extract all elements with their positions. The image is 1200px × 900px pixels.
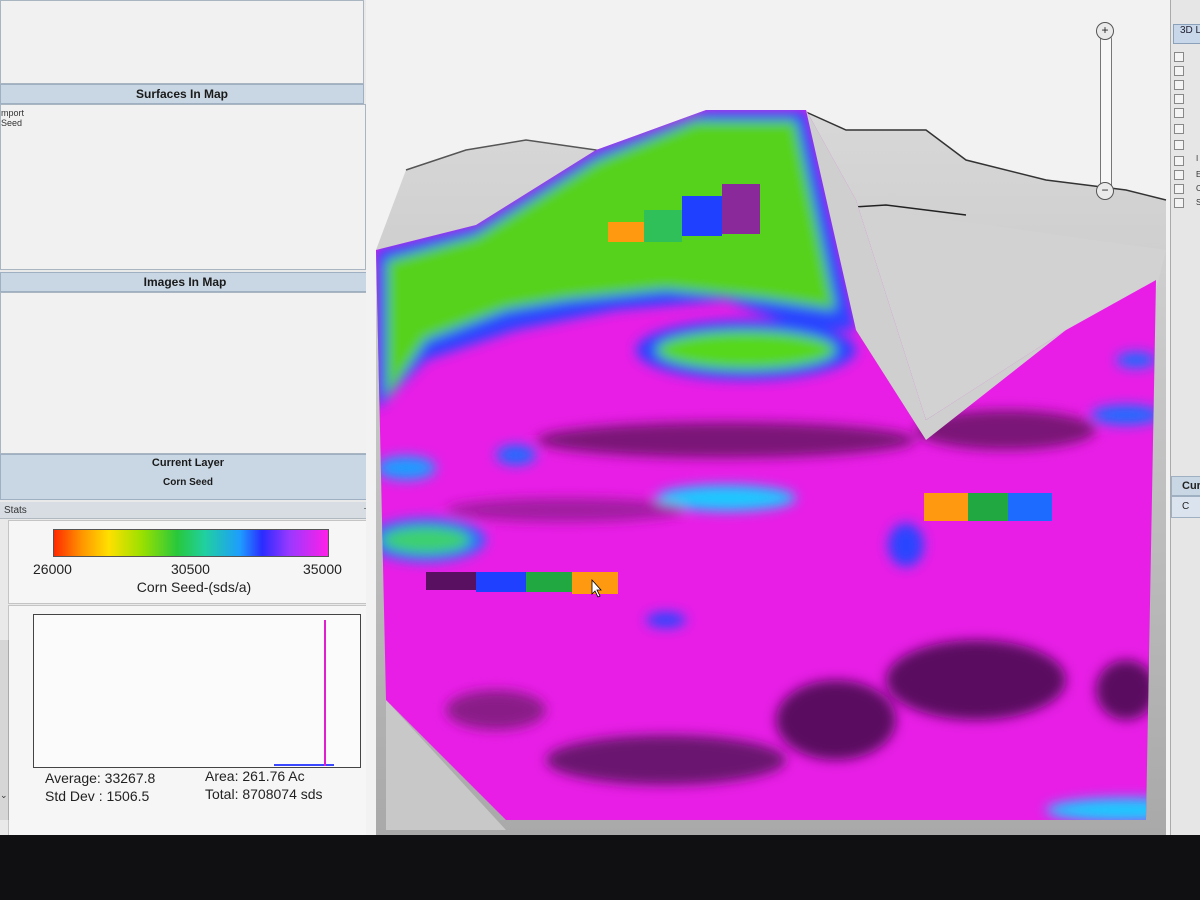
- images-in-map-header: Images In Map: [0, 272, 370, 292]
- legend-title: Corn Seed-(sds/a): [136, 579, 252, 595]
- legend-min-label: 26000: [33, 561, 72, 577]
- current-layer-panel: Current Layer Corn Seed: [0, 454, 376, 500]
- layer-checkbox[interactable]: [1174, 170, 1184, 180]
- map-3d-view[interactable]: + −: [366, 0, 1174, 835]
- layer-checkbox[interactable]: [1174, 94, 1184, 104]
- current-value-right[interactable]: C: [1171, 496, 1200, 518]
- current-header-right: Cur: [1171, 476, 1200, 496]
- seed-rate-heatmap: [376, 110, 1156, 820]
- right-panel: 3D La I E C S Cur C: [1170, 0, 1200, 835]
- stat-total: Total: 8708074 sds: [205, 786, 323, 802]
- stats-header: Stats ⊣: [0, 502, 376, 519]
- layer-checkbox[interactable]: [1174, 52, 1184, 62]
- stat-average: Average: 33267.8: [45, 770, 156, 786]
- layer-label: S: [1196, 198, 1200, 207]
- layer-checkbox[interactable]: [1174, 66, 1184, 76]
- legend-max-label: 35000: [303, 561, 342, 577]
- images-list[interactable]: [0, 292, 372, 454]
- stat-area: Area: 261.76 Ac: [205, 768, 305, 784]
- current-layer-value[interactable]: Corn Seed: [1, 477, 375, 488]
- legend-gradient-bar: [53, 529, 329, 557]
- zoom-slider[interactable]: + −: [1096, 22, 1114, 200]
- color-legend: 26000 30500 35000 Corn Seed-(sds/a): [8, 520, 380, 604]
- histogram-panel: Average: 33267.8 Std Dev : 1506.5 Area: …: [8, 605, 390, 835]
- layer-label: E: [1196, 170, 1200, 179]
- layer-label: C: [1196, 184, 1200, 193]
- stat-std-dev: Std Dev : 1506.5: [45, 788, 150, 804]
- current-layer-header: Current Layer: [151, 457, 225, 469]
- stats-title: Stats: [4, 505, 27, 516]
- layer-checkbox[interactable]: [1174, 108, 1184, 118]
- monitor-bezel: [0, 835, 1200, 900]
- surface-item-import[interactable]: mport: [1, 108, 24, 118]
- top-list-box: [0, 0, 364, 84]
- zoom-in-button[interactable]: +: [1096, 22, 1114, 40]
- layer-checkbox[interactable]: [1174, 156, 1184, 166]
- tab-3d-layers[interactable]: 3D La: [1173, 24, 1200, 44]
- monitor-screen: Surfaces In Map mport Seed Images In Map…: [0, 0, 1200, 835]
- zoom-track[interactable]: [1100, 34, 1112, 198]
- zoom-out-button[interactable]: −: [1096, 182, 1114, 200]
- histogram-chart: [33, 614, 361, 768]
- surface-item-seed[interactable]: Seed: [1, 118, 22, 128]
- layer-checkbox[interactable]: [1174, 140, 1184, 150]
- layer-checkbox[interactable]: [1174, 184, 1184, 194]
- left-scrollbar[interactable]: ⌄: [0, 640, 9, 820]
- chevron-down-icon[interactable]: ⌄: [0, 790, 8, 801]
- surfaces-in-map-header: Surfaces In Map: [0, 84, 364, 104]
- histogram-peak-bar: [324, 620, 326, 766]
- layer-checkbox[interactable]: [1174, 124, 1184, 134]
- left-panel: Surfaces In Map mport Seed Images In Map…: [0, 0, 390, 835]
- terrain-render[interactable]: [366, 0, 1174, 835]
- layer-label: I: [1196, 154, 1199, 163]
- surfaces-list[interactable]: mport Seed: [0, 104, 366, 270]
- layer-checkbox[interactable]: [1174, 80, 1184, 90]
- trial-strip-right: [924, 493, 1052, 521]
- legend-mid-label: 30500: [171, 561, 210, 577]
- layer-checkbox[interactable]: [1174, 198, 1184, 208]
